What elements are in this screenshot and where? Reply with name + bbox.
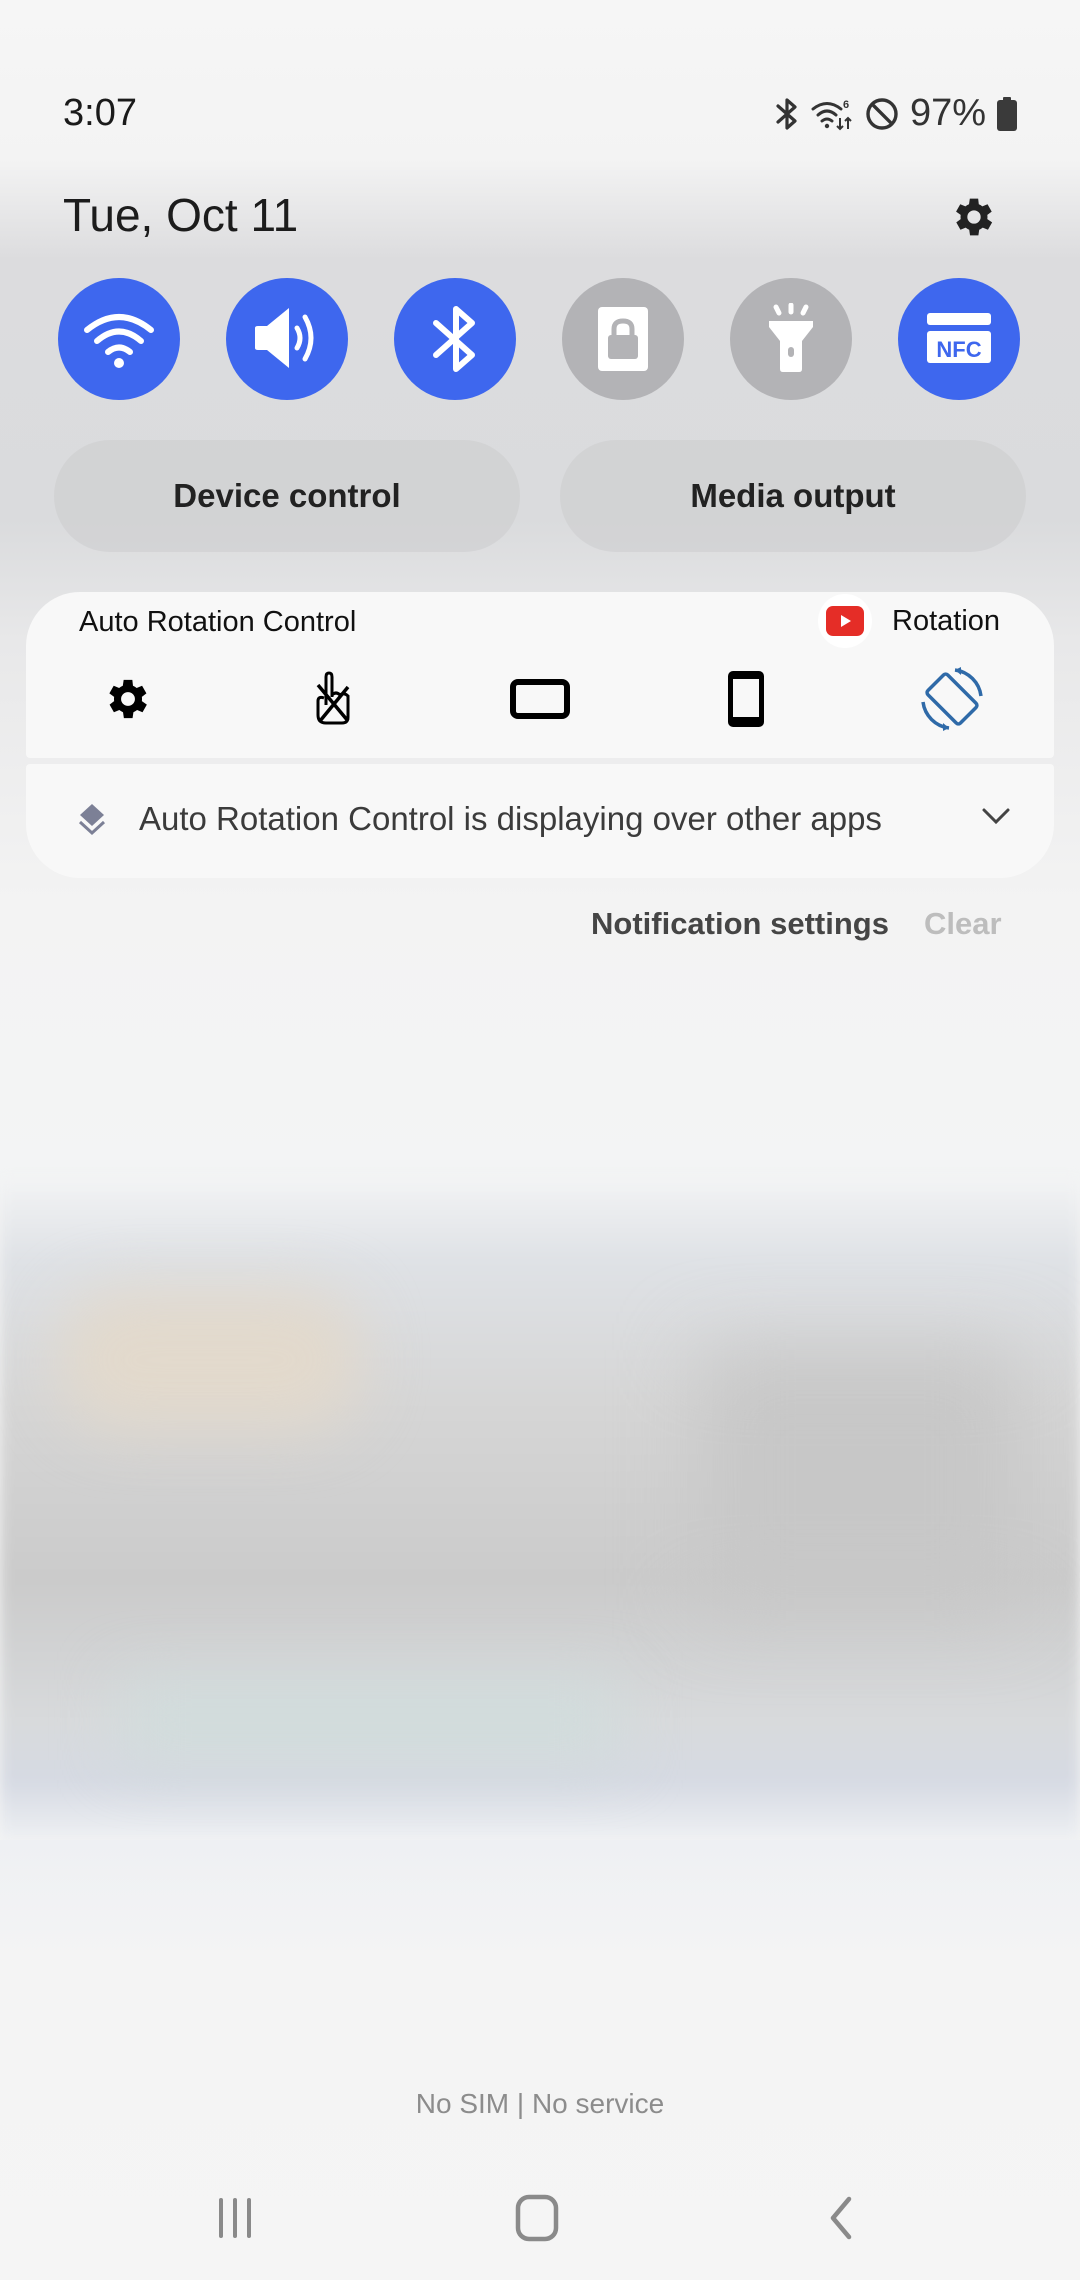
clear-button[interactable]: Clear [924,906,1002,942]
expand-chevron-icon[interactable] [980,804,1012,833]
landscape-button[interactable] [500,664,580,734]
bluetooth-icon [774,95,800,133]
bluetooth-toggle[interactable] [394,278,516,400]
battery-icon [996,96,1018,132]
back-button[interactable] [795,2188,885,2248]
status-icons: 6 97% [774,92,1018,135]
gear-icon [956,198,993,236]
svg-text:NFC: NFC [936,337,981,362]
battery-percent: 97% [909,92,986,134]
volume-icon [255,308,314,368]
touch-blocked-icon [316,671,350,725]
nfc-icon: NFC [927,313,991,363]
auto-rotate-icon [921,667,983,731]
secure-folder-toggle[interactable] [562,278,684,400]
overlay-system-notification[interactable]: Auto Rotation Control is displaying over… [26,764,1054,878]
portrait-icon [728,671,764,727]
svg-text:6: 6 [843,99,849,111]
gear-icon [109,679,147,719]
notification-app-title: Auto Rotation Control [79,606,357,638]
wifi-icon [84,314,154,368]
lock-icon [598,307,648,371]
portrait-button[interactable] [706,664,786,734]
current-rotation-label: Rotation [892,605,1001,637]
auto-rotation-notification[interactable]: Auto Rotation Control Rotation [26,592,1054,758]
carrier-status: No SIM | No service [415,2088,665,2119]
sound-toggle[interactable] [226,278,348,400]
youtube-icon [826,606,864,636]
flashlight-toggle[interactable] [730,278,852,400]
settings-button[interactable] [945,188,1003,246]
overlay-message: Auto Rotation Control is displaying over… [139,800,882,837]
status-time: 3:07 [63,92,137,134]
notification-settings-button[interactable]: Notification settings [591,906,889,942]
device-control-button[interactable]: Device control [54,440,520,552]
date-label: Tue, Oct 11 [63,189,299,241]
notification-panel: 3:07 6 97% Tue, Oct 11 NFC Device contro… [0,0,1080,2280]
do-not-disturb-icon [864,96,900,132]
nfc-toggle[interactable]: NFC [898,278,1020,400]
media-output-button[interactable]: Media output [560,440,1026,552]
home-button[interactable] [492,2188,582,2248]
layers-icon [76,802,108,843]
wifi-toggle[interactable] [58,278,180,400]
disable-touch-button[interactable] [292,664,372,734]
flashlight-icon [769,303,813,372]
auto-rotate-button[interactable] [912,664,992,734]
rotation-settings-button[interactable] [88,664,168,734]
wifi-data-icon: 6 [810,95,854,133]
back-icon [830,2196,852,2240]
current-app-icon [818,594,872,648]
recents-icon [219,2198,251,2238]
landscape-icon [510,679,570,719]
recent-apps-button[interactable] [190,2188,280,2248]
home-icon [515,2194,559,2242]
bluetooth-icon [433,306,475,372]
